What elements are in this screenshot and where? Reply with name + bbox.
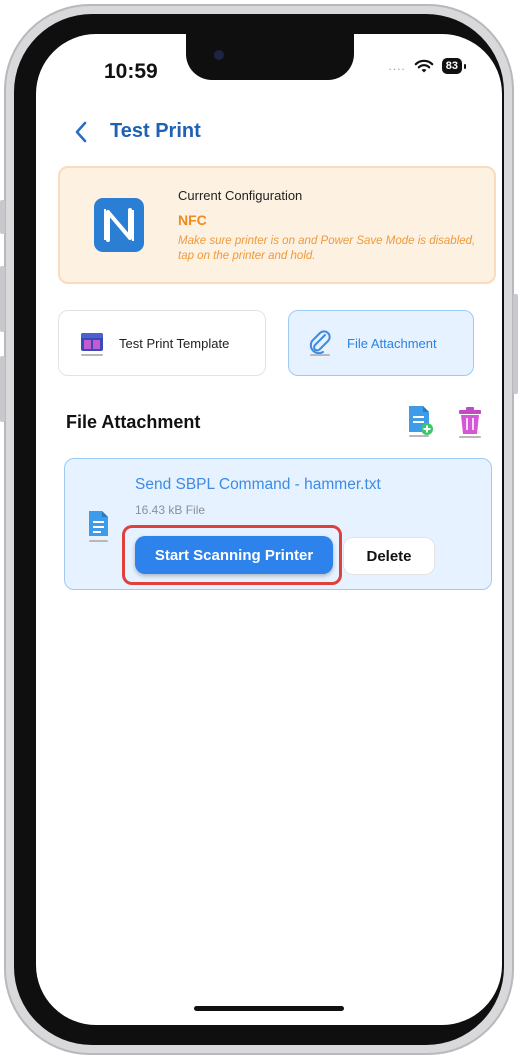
page-title: Test Print <box>110 120 201 142</box>
side-button <box>0 200 5 234</box>
volume-down-button <box>0 356 5 422</box>
tab-label: Test Print Template <box>119 335 230 351</box>
nfc-icon <box>94 198 144 252</box>
status-icons: .... 83 <box>388 58 467 74</box>
current-configuration-card: Current Configuration NFC Make sure prin… <box>58 166 496 284</box>
add-file-icon[interactable] <box>406 404 434 438</box>
signal-icon: .... <box>388 59 406 73</box>
file-icon <box>89 511 108 542</box>
start-scanning-printer-button[interactable]: Start Scanning Printer <box>135 536 333 574</box>
volume-up-button <box>0 266 5 332</box>
config-note: Make sure printer is on and Power Save M… <box>178 235 476 262</box>
delete-button[interactable]: Delete <box>343 537 435 575</box>
attachment-item[interactable]: Send SBPL Command - hammer.txt 16.43 kB … <box>64 458 492 590</box>
notch <box>186 34 354 80</box>
file-size: 16.43 kB File <box>135 503 206 517</box>
trash-icon[interactable] <box>456 406 484 438</box>
phone-bezel: 10:59 .... 83 Test Print Current Configu… <box>14 14 504 1045</box>
config-mode: NFC <box>178 212 207 228</box>
phone-frame: 10:59 .... 83 Test Print Current Configu… <box>0 4 518 1055</box>
tab-label: File Attachment <box>347 335 437 351</box>
tab-test-print-template[interactable]: Test Print Template <box>58 310 266 376</box>
screen: 10:59 .... 83 Test Print Current Configu… <box>36 34 502 1025</box>
tab-file-attachment[interactable]: File Attachment <box>288 310 474 376</box>
paperclip-icon <box>309 330 331 356</box>
config-label: Current Configuration <box>178 188 303 203</box>
power-button <box>513 294 518 394</box>
wifi-icon <box>414 59 434 73</box>
nav-bar: Test Print <box>74 120 201 143</box>
home-indicator <box>194 1006 344 1011</box>
file-name: Send SBPL Command - hammer.txt <box>135 476 381 493</box>
battery-icon: 83 <box>441 58 467 74</box>
status-time: 10:59 <box>104 60 158 83</box>
template-icon <box>81 333 103 356</box>
camera <box>214 50 224 60</box>
back-chevron-icon[interactable] <box>74 121 88 143</box>
section-title: File Attachment <box>66 412 201 432</box>
